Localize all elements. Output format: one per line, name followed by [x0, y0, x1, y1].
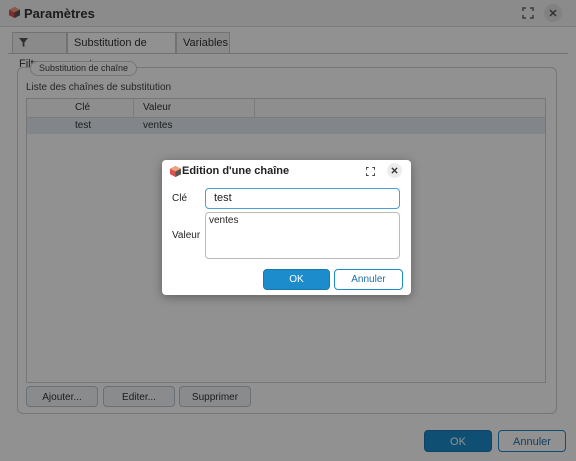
app-cube-icon [170, 166, 181, 177]
dialog-ok-button[interactable]: OK [263, 269, 330, 290]
value-textarea[interactable]: ventes [205, 212, 400, 259]
close-icon [391, 167, 398, 174]
edit-string-dialog: Edition d'une chaîne Clé test Valeur ven… [162, 160, 411, 295]
maximize-icon[interactable] [366, 167, 375, 176]
key-input[interactable]: test [205, 188, 400, 209]
dialog-cancel-button[interactable]: Annuler [334, 269, 403, 290]
value-label: Valeur [172, 230, 201, 241]
key-label: Clé [172, 193, 188, 204]
dialog-title: Edition d'une chaîne [182, 165, 290, 177]
dialog-close-button[interactable] [387, 163, 402, 178]
